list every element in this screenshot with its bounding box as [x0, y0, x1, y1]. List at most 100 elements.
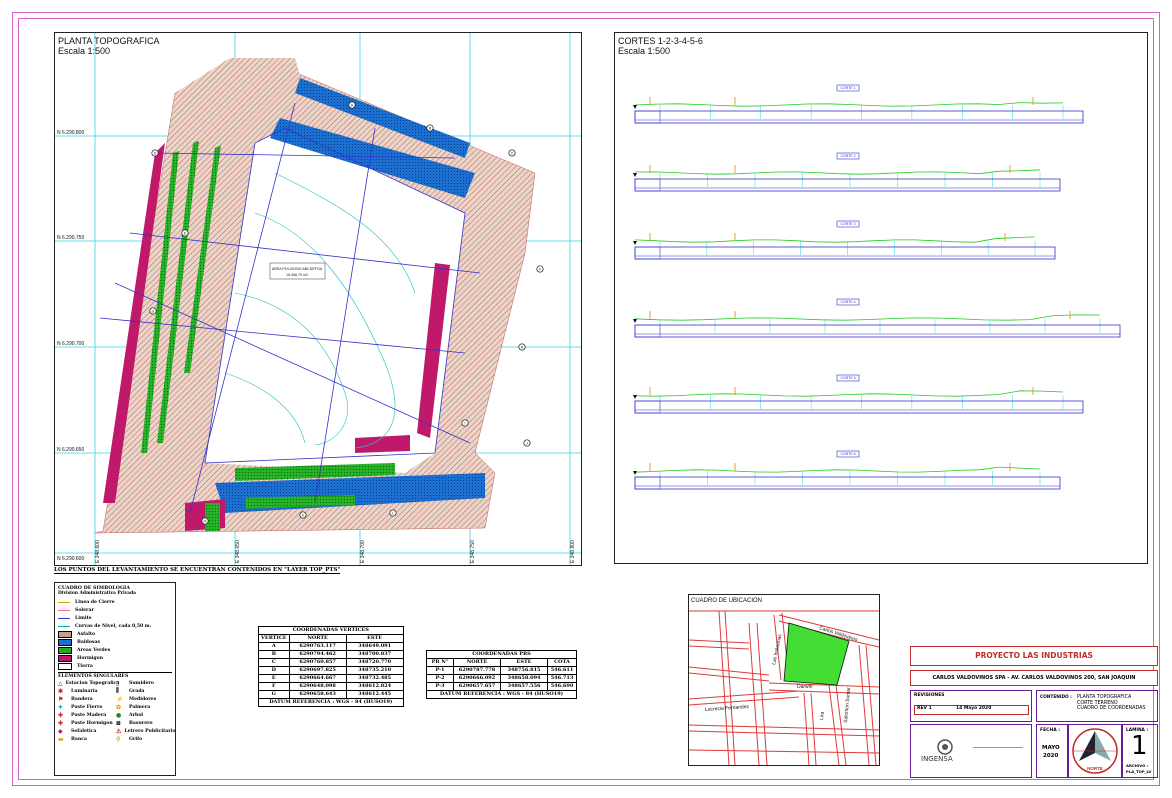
- singular-label: Sumidero: [129, 680, 154, 686]
- singular-label: Palmera: [129, 704, 151, 710]
- vertices-table-wrap: COORDENADAS VERTICES VERTICE NORTE ESTE …: [258, 626, 404, 707]
- corte-section: CORTE 6: [633, 450, 1061, 490]
- singular-item: ⚲ Grifo: [116, 735, 174, 743]
- legend-item: Solerar: [58, 606, 172, 614]
- contenido-label: CONTENIDO :: [1040, 695, 1072, 700]
- corte-section: CORTE 4: [633, 298, 1121, 338]
- singular-item: ⚑ Bandera: [58, 695, 116, 703]
- prs-table-wrap: COORDENADAS PRS PR N° NORTE ESTE COTA P-…: [426, 650, 577, 699]
- prs-table-title: COORDENADAS PRS: [426, 650, 577, 659]
- legend-item: Limite: [58, 614, 172, 622]
- vertices-table: COORDENADAS VERTICES VERTICE NORTE ESTE …: [258, 626, 404, 707]
- north-label-3: N 6.290.700: [57, 341, 84, 347]
- singulares-grid: △ Estacion Topografica ✱ Luminaria ⚑ Bandera ✦…: [58, 679, 176, 743]
- legend-swatch: [58, 601, 70, 603]
- singular-item: ✚ Poste Madera: [58, 711, 116, 719]
- north-label-5: N 6.290.600: [57, 556, 84, 562]
- singular-label: Poste Madera: [71, 712, 107, 718]
- table-cell: 6290787.778: [453, 666, 501, 675]
- legend-item: Linea de Cierre: [58, 598, 172, 606]
- singular-label: Estacion Topografica: [65, 680, 120, 686]
- legend-item-label: Curvas de Nivel, cada 0,50 m.: [75, 623, 152, 629]
- corte-label: CORTE 6: [840, 452, 855, 456]
- prs-header-cota: COTA: [547, 658, 577, 667]
- ubicacion-panel: CUADRO DE UBICACION Carlos Valdovinos La…: [688, 594, 880, 766]
- revisiones-label: REVISIONES: [914, 693, 945, 698]
- prs-row: P-2 6290666.092 348658.094 546.713: [426, 674, 577, 683]
- lamina-number: 1: [1131, 731, 1148, 761]
- singular-label: Letrero Publicitario: [124, 728, 176, 734]
- table-cell: 348612.824: [345, 682, 404, 691]
- vertices-datum: DATUM REFERENCIA : WGS - 84 (HUSO19): [258, 698, 404, 707]
- table-cell: 348700.837: [345, 650, 404, 659]
- project-title: PROYECTO LAS INDUSTRIAS: [975, 651, 1093, 660]
- vertices-header-norte: NORTE: [288, 634, 347, 643]
- vertex-marker-label: I: [465, 421, 466, 425]
- table-cell: P-1: [426, 666, 454, 675]
- east-label-2: E 348.650: [235, 540, 241, 563]
- singular-symbol-icon: ▬: [58, 735, 64, 743]
- street-lucrecia-fernandez: Lucrecia Fernandez: [705, 704, 750, 713]
- corte-section: CORTE 2: [633, 152, 1061, 192]
- singular-item: ▬ Banca: [58, 735, 116, 743]
- fecha-year: 2020: [1043, 753, 1059, 759]
- legend-item: Baldosas: [58, 638, 172, 646]
- prs-table-body: P-1 6290787.778 348756.815 546.611 P-2 629066…: [426, 666, 577, 691]
- legend-swatch: [58, 638, 72, 646]
- legend-item-label: Linea de Cierre: [75, 599, 115, 605]
- legend-item: Asfalto: [58, 630, 172, 638]
- singular-label: Poste Hormigon: [71, 720, 113, 726]
- legend-item-label: Limite: [75, 615, 92, 621]
- legend-item-label: Asfalto: [77, 631, 96, 637]
- concrete-block: [355, 435, 410, 453]
- corte-label: CORTE 5: [840, 376, 855, 380]
- singular-symbol-icon: ⊠: [116, 719, 122, 727]
- street-lira: Lira: [819, 711, 826, 720]
- singular-symbol-icon: △: [58, 679, 63, 687]
- singular-symbol-icon: ✚: [58, 711, 64, 719]
- vertex-marker-label: J: [526, 441, 528, 445]
- legend-swatch: [58, 654, 72, 662]
- fecha-month: MAYO: [1042, 745, 1060, 751]
- legend-item: Curvas de Nivel, cada 0,50 m.: [58, 622, 172, 630]
- singular-label: Grifo: [129, 736, 143, 742]
- cortes-panel: CORTES 1-2-3-4-5-6 Escala 1:500 CORTE 1C…: [614, 32, 1148, 564]
- vertices-row: E 6290664.667 348732.485: [258, 674, 404, 683]
- singular-symbol-icon: ⚲: [116, 735, 121, 743]
- legend-swatch: [58, 630, 72, 638]
- singular-item: ✦ Poste Fierro: [58, 703, 116, 711]
- table-cell: P-2: [426, 674, 454, 683]
- ubicacion-map: Carlos Valdovinos Las Industrias Darwin …: [689, 610, 879, 765]
- prs-datum: DATUM REFERENCIA : WGS - 84 (HUSO19): [426, 690, 577, 699]
- topo-plan-panel: PLANTA TOPOGRAFICA Escala 1:500 N 6.290.…: [54, 32, 582, 566]
- north-arrow-icon: NORTE: [1072, 728, 1118, 774]
- table-cell: 546.611: [547, 666, 577, 675]
- legend-panel: CUADRO DE SIMBOLOGIA Division Administra…: [54, 582, 176, 776]
- vertices-row: A 6290763.117 348649.091: [258, 642, 404, 651]
- table-cell: 6290697.825: [288, 666, 347, 675]
- singular-symbol-icon: ◆: [58, 727, 63, 735]
- north-label-2: N 6.290.750: [57, 235, 84, 241]
- contenido-line-3: CUADRO DE COORDENADAS: [1077, 706, 1146, 711]
- prs-header-pr: PR N°: [426, 658, 454, 667]
- corte-label: CORTE 3: [840, 222, 855, 226]
- company-box: INGENSA: [910, 724, 1032, 778]
- area-label-1: AREA POLIGONO ABCDEFGA: [272, 267, 323, 271]
- ingensa-logo-icon: [937, 739, 953, 755]
- table-cell: 6290648.098: [288, 682, 347, 691]
- table-cell: 348720.770: [345, 658, 404, 667]
- table-cell: 348612.445: [345, 690, 404, 699]
- cortes-drawing: CORTE 1 CORTE 2 CORTE 3 CORTE 4 CORTE 5 CORTE…: [633, 84, 1121, 490]
- table-cell: 6290763.117: [288, 642, 347, 651]
- east-label-3: E 348.700: [360, 540, 366, 563]
- vertices-row: G 6290658.643 348612.445: [258, 690, 404, 699]
- lamina-box: LAMINA : 1 ARCHIVO : PLA_TOP_LV: [1122, 724, 1158, 778]
- archivo-name: PLA_TOP_LV: [1126, 769, 1152, 774]
- table-cell: 348732.485: [345, 674, 404, 683]
- legend-item-label: Hormigon: [77, 655, 104, 661]
- singular-label: Medidores: [129, 696, 157, 702]
- legend-item: Hormigon: [58, 654, 172, 662]
- rev-number: REV 1: [917, 706, 932, 711]
- corte-label: CORTE 2: [840, 154, 855, 158]
- singular-label: Banca: [71, 736, 87, 742]
